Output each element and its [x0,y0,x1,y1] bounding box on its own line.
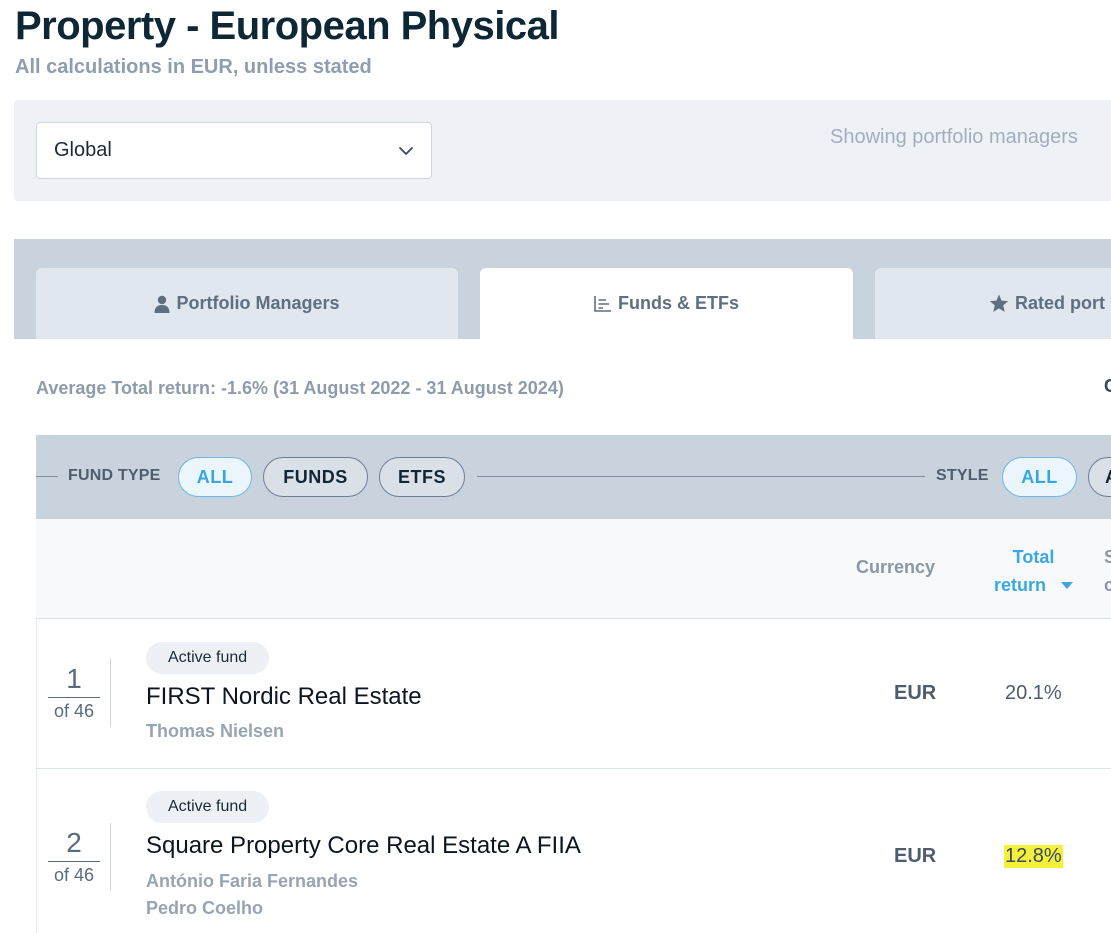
fund-type-badge: Active fund [146,791,270,823]
row-divider [110,823,111,891]
manager-name[interactable]: Pedro Coelho [146,898,263,919]
fund-filter-bar: FUND TYPE ALL FUNDS ETFS STYLE ALL A [36,435,1111,519]
rank-divider [48,861,100,862]
column-next[interactable]: S c [1104,543,1111,599]
table-header: Currency Total return S c [36,519,1111,619]
rank-number: 1 [66,663,82,694]
region-select-value: Global [54,139,112,161]
tab-label: Rated port [1015,293,1105,313]
style-label: STYLE [936,467,989,484]
tab-rated[interactable]: Rated port [875,268,1111,339]
filter-bar: Global Showing portfolio managers [14,100,1111,201]
rank-number: 2 [66,827,82,858]
user-icon [154,295,170,313]
table-row[interactable]: 2 of 46 Active fund Square Property Core… [36,769,1111,933]
page: Property - European Physical All calcula… [0,0,1111,933]
tab-label: Funds & ETFs [618,293,739,313]
manager-name[interactable]: António Faria Fernandes [146,871,358,892]
column-next-line1: S [1104,547,1111,567]
style-all-pill[interactable]: ALL [1002,457,1077,497]
tab-funds-etfs[interactable]: Funds & ETFs [480,268,853,339]
tab-label: Portfolio Managers [176,293,340,313]
fund-name[interactable]: Square Property Core Real Estate A FIIA [146,832,581,860]
table-row[interactable]: 1 of 46 Active fund FIRST Nordic Real Es… [36,619,1111,769]
total-return-value-highlighted: 12.8% [1004,845,1063,868]
column-total-return-line1: Total [1012,547,1055,567]
rank-of: of 46 [53,865,95,885]
divider-line [36,476,58,477]
fund-type-funds-pill[interactable]: FUNDS [263,457,368,497]
star-icon [989,294,1009,312]
column-currency[interactable]: Currency [856,557,935,578]
column-total-return-line2-text: return [994,575,1047,595]
fund-type-label: FUND TYPE [68,467,161,484]
column-total-return[interactable]: Total return [994,543,1074,599]
style-option-pill[interactable]: A [1088,457,1111,497]
average-total-return: Average Total return: -1.6% (31 August 2… [36,378,564,398]
rank-of: of 46 [53,701,95,721]
page-subtitle: All calculations in EUR, unless stated [15,56,372,78]
page-title: Property - European Physical [15,4,559,48]
showing-text: Showing portfolio managers [830,126,1078,148]
total-return-value: 20.1% [1005,682,1062,704]
fund-type-etfs-pill[interactable]: ETFS [379,457,465,497]
currency-value: EUR [894,682,937,704]
column-next-line2: c [1104,575,1111,595]
rank-block: 2 of 46 [48,827,100,886]
rank-divider [48,697,100,698]
truncated-control[interactable]: C [1104,376,1111,397]
divider-line [477,476,925,477]
region-select[interactable]: Global [36,122,432,179]
rank-block: 1 of 46 [48,663,100,722]
fund-name[interactable]: FIRST Nordic Real Estate [146,683,422,711]
sort-down-icon [1061,582,1074,590]
currency-value: EUR [894,845,937,867]
fund-type-badge: Active fund [146,642,270,674]
tab-portfolio-managers[interactable]: Portfolio Managers [36,268,458,339]
chevron-down-icon [399,146,413,155]
tabs-bar: Portfolio Managers Funds & ETFs Rated po… [14,239,1111,339]
row-divider [110,659,111,727]
column-total-return-line2: return [994,571,1074,599]
chart-icon [594,295,611,312]
manager-name[interactable]: Thomas Nielsen [146,721,284,742]
fund-type-all-pill[interactable]: ALL [178,457,252,497]
